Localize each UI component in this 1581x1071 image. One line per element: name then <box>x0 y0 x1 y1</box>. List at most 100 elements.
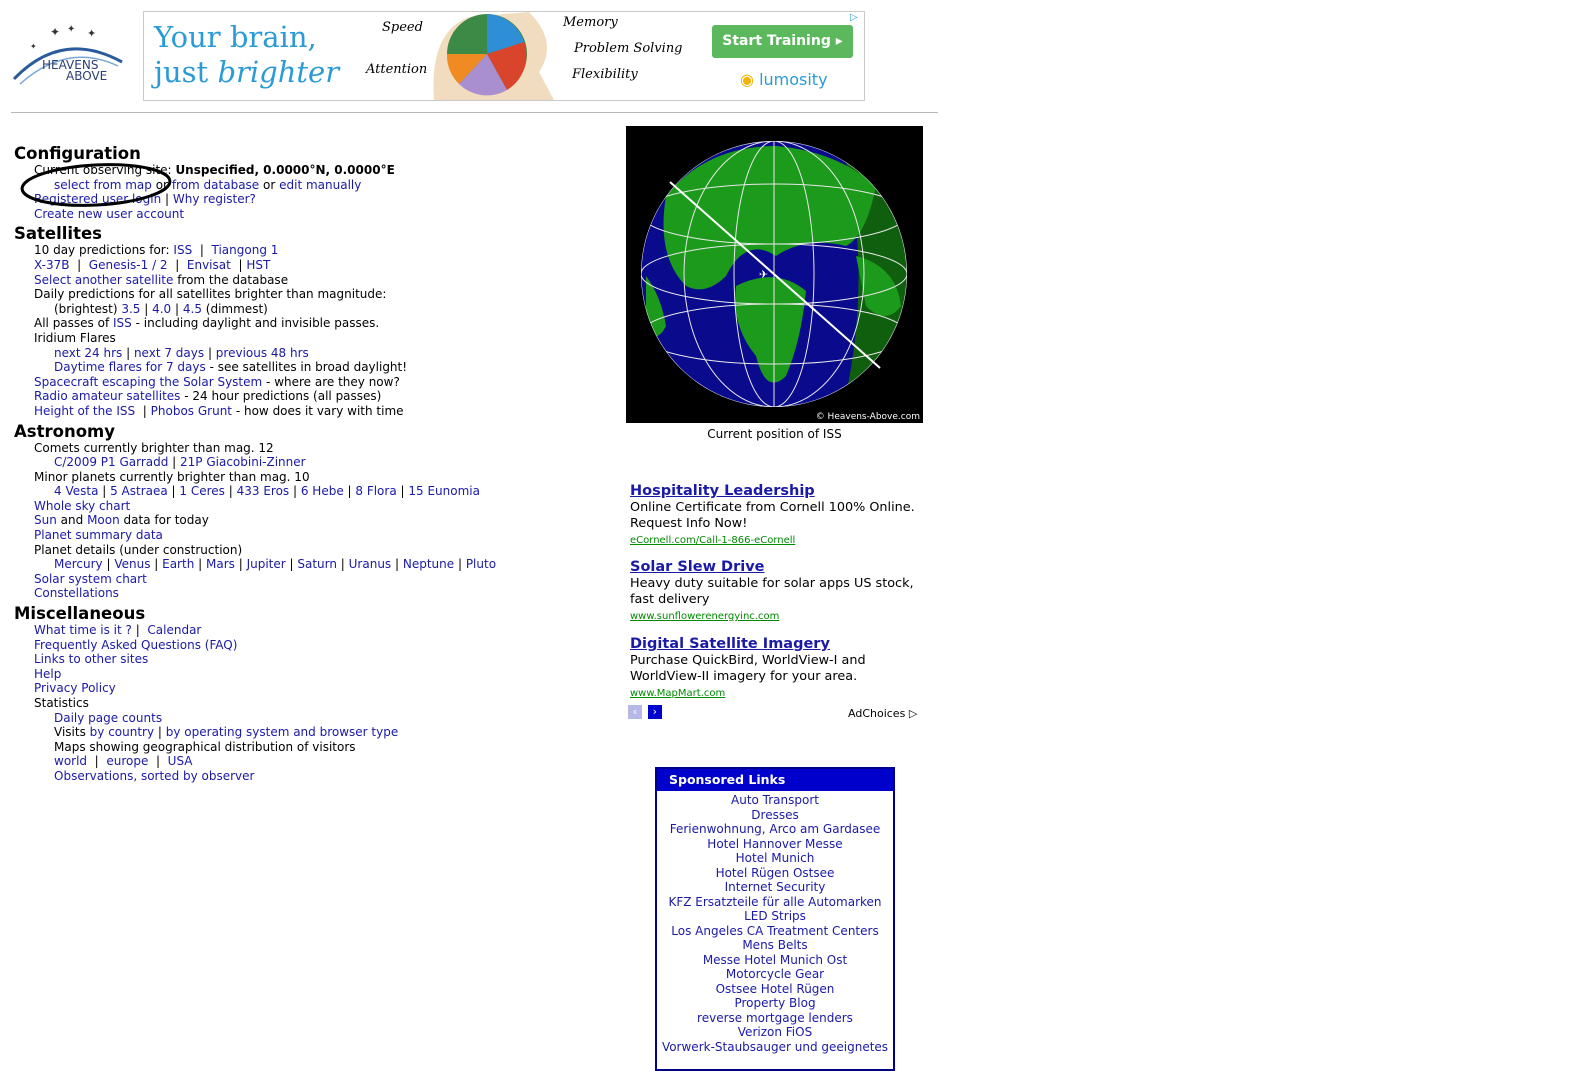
calendar-link[interactable]: Calendar <box>147 623 201 637</box>
daytime-flares-link[interactable]: Daytime flares for 7 days <box>54 360 206 374</box>
genesis-link[interactable]: Genesis-1 / 2 <box>89 258 168 272</box>
sponsored-link[interactable]: Hotel Hannover Messe <box>707 837 842 851</box>
sponsored-link[interactable]: Messe Hotel Munich Ost <box>703 953 847 967</box>
select-another-satellite-link[interactable]: Select another satellite <box>34 273 173 287</box>
world-map-link[interactable]: world <box>54 754 87 768</box>
iss-link[interactable]: ISS <box>173 243 192 257</box>
ad-url-link[interactable]: eCornell.com/Call-1-866-eCornell <box>630 535 795 546</box>
daily-page-counts-link[interactable]: Daily page counts <box>54 711 162 725</box>
planet-summary-link[interactable]: Planet summary data <box>34 528 163 542</box>
start-training-button[interactable]: Start Training ▸ <box>712 25 853 58</box>
satellites-heading: Satellites <box>14 224 102 244</box>
what-time-link[interactable]: What time is it ? <box>34 623 132 637</box>
minor-planet-link[interactable]: 6 Hebe <box>301 484 344 498</box>
ad-url-link[interactable]: www.sunflowerenergyinc.com <box>630 611 779 622</box>
ad-title-link[interactable]: Digital Satellite Imagery <box>630 636 830 652</box>
ad-next-button[interactable]: › <box>647 705 662 719</box>
ad-prev-button[interactable]: ‹ <box>628 705 642 719</box>
all-passes-iss-link[interactable]: ISS <box>113 316 132 330</box>
sponsored-link[interactable]: KFZ Ersatzteile für alle Automarken <box>668 895 881 909</box>
annotation-ellipse <box>20 163 172 207</box>
whole-sky-chart-link[interactable]: Whole sky chart <box>34 499 130 513</box>
minor-planet-link[interactable]: 433 Eros <box>237 484 290 498</box>
x37b-link[interactable]: X-37B <box>34 258 69 272</box>
ad-url-link[interactable]: www.MapMart.com <box>630 688 725 699</box>
privacy-policy-link[interactable]: Privacy Policy <box>34 681 116 695</box>
planet-link[interactable]: Venus <box>114 557 150 571</box>
sponsored-link[interactable]: Vorwerk-Staubsauger und geeignetes <box>662 1040 888 1054</box>
miscellaneous-heading: Miscellaneous <box>14 604 146 624</box>
magnitude-4-0-link[interactable]: 4.0 <box>152 302 171 316</box>
adchoices-triangle-icon[interactable]: ▷ <box>850 12 858 23</box>
sponsored-link[interactable]: Dresses <box>751 808 798 822</box>
text-ad[interactable]: Solar Slew Drive Heavy duty suitable for… <box>630 559 930 625</box>
ad-title-link[interactable]: Solar Slew Drive <box>630 559 765 575</box>
comet-garradd-link[interactable]: C/2009 P1 Garradd <box>54 455 168 469</box>
magnitude-4-5-link[interactable]: 4.5 <box>183 302 202 316</box>
visits-by-os-link[interactable]: by operating system and browser type <box>166 725 398 739</box>
previous-48-hrs-link[interactable]: previous 48 hrs <box>216 346 309 360</box>
from-database-link[interactable]: from database <box>172 178 259 192</box>
planet-link[interactable]: Mercury <box>54 557 103 571</box>
lumosity-banner-ad[interactable]: Your brain, just brighter Speed Memory A… <box>143 11 865 101</box>
sponsored-link[interactable]: LED Strips <box>744 909 806 923</box>
magnitude-3-5-link[interactable]: 3.5 <box>121 302 140 316</box>
sponsored-link[interactable]: Mens Belts <box>742 938 807 952</box>
sponsored-link[interactable]: reverse mortgage lenders <box>697 1011 853 1025</box>
ad-title-link[interactable]: Hospitality Leadership <box>630 483 815 499</box>
minor-planet-link[interactable]: 1 Ceres <box>179 484 225 498</box>
visits-by-country-link[interactable]: by country <box>90 725 154 739</box>
sponsored-link[interactable]: Hotel Munich <box>736 851 815 865</box>
planet-link[interactable]: Pluto <box>466 557 496 571</box>
minor-planet-link[interactable]: 5 Astraea <box>110 484 168 498</box>
sponsored-link[interactable]: Verizon FiOS <box>738 1025 812 1039</box>
sponsored-link[interactable]: Los Angeles CA Treatment Centers <box>671 924 878 938</box>
hst-link[interactable]: HST <box>246 258 270 272</box>
spacecraft-escaping-link[interactable]: Spacecraft escaping the Solar System <box>34 375 262 389</box>
planet-link[interactable]: Jupiter <box>247 557 286 571</box>
moon-link[interactable]: Moon <box>87 513 120 527</box>
dimmest-text: (dimmest) <box>205 301 268 316</box>
text-ad[interactable]: Digital Satellite Imagery Purchase Quick… <box>630 636 930 702</box>
sponsored-link[interactable]: Auto Transport <box>731 793 819 807</box>
banner-headline-brighter: brighter <box>217 55 340 89</box>
radio-amateur-link[interactable]: Radio amateur satellites <box>34 389 180 403</box>
planet-link[interactable]: Saturn <box>297 557 337 571</box>
comet-giacobini-link[interactable]: 21P Giacobini-Zinner <box>180 455 306 469</box>
sun-link[interactable]: Sun <box>34 513 57 527</box>
sponsored-link[interactable]: Hotel Rügen Ostsee <box>716 866 835 880</box>
observations-link[interactable]: Observations, sorted by observer <box>54 769 254 783</box>
sponsored-link[interactable]: Ostsee Hotel Rügen <box>716 982 835 996</box>
text-ad[interactable]: Hospitality Leadership Online Certificat… <box>630 483 930 549</box>
height-of-iss-link[interactable]: Height of the ISS <box>34 404 135 418</box>
next-24-hrs-link[interactable]: next 24 hrs <box>54 346 122 360</box>
minor-planet-link[interactable]: 4 Vesta <box>54 484 98 498</box>
sponsored-link[interactable]: Internet Security <box>725 880 826 894</box>
phobos-grunt-link[interactable]: Phobos Grunt <box>151 404 232 418</box>
minor-planet-link[interactable]: 15 Eunomia <box>408 484 480 498</box>
next-7-days-link[interactable]: next 7 days <box>134 346 204 360</box>
usa-map-link[interactable]: USA <box>168 754 193 768</box>
envisat-link[interactable]: Envisat <box>187 258 231 272</box>
planet-link[interactable]: Mars <box>206 557 235 571</box>
europe-map-link[interactable]: europe <box>106 754 148 768</box>
edit-manually-link[interactable]: edit manually <box>279 178 361 192</box>
sponsored-link[interactable]: Ferienwohnung, Arco am Gardasee <box>670 822 881 836</box>
planet-link[interactable]: Earth <box>162 557 194 571</box>
daytime-flares-suffix: - see satellites in broad daylight! <box>209 360 408 375</box>
heavens-above-logo[interactable]: ✦ ✦ ✦ ✦ HEAVENS ABOVE <box>12 24 130 94</box>
iss-position-globe[interactable]: ✈ © Heavens-Above.com <box>626 126 923 423</box>
why-register-link[interactable]: Why register? <box>173 192 256 206</box>
planet-link[interactable]: Neptune <box>403 557 454 571</box>
tiangong-link[interactable]: Tiangong 1 <box>212 243 279 257</box>
sponsored-link[interactable]: Motorcycle Gear <box>726 967 824 981</box>
solar-system-chart-link[interactable]: Solar system chart <box>34 572 147 586</box>
minor-planet-link[interactable]: 8 Flora <box>355 484 396 498</box>
help-link[interactable]: Help <box>34 667 61 681</box>
constellations-link[interactable]: Constellations <box>34 586 119 600</box>
faq-link[interactable]: Frequently Asked Questions (FAQ) <box>34 638 237 652</box>
adchoices-link[interactable]: AdChoices ▷ <box>848 707 917 720</box>
sponsored-link[interactable]: Property Blog <box>734 996 815 1010</box>
planet-link[interactable]: Uranus <box>349 557 392 571</box>
links-to-other-sites-link[interactable]: Links to other sites <box>34 652 148 666</box>
